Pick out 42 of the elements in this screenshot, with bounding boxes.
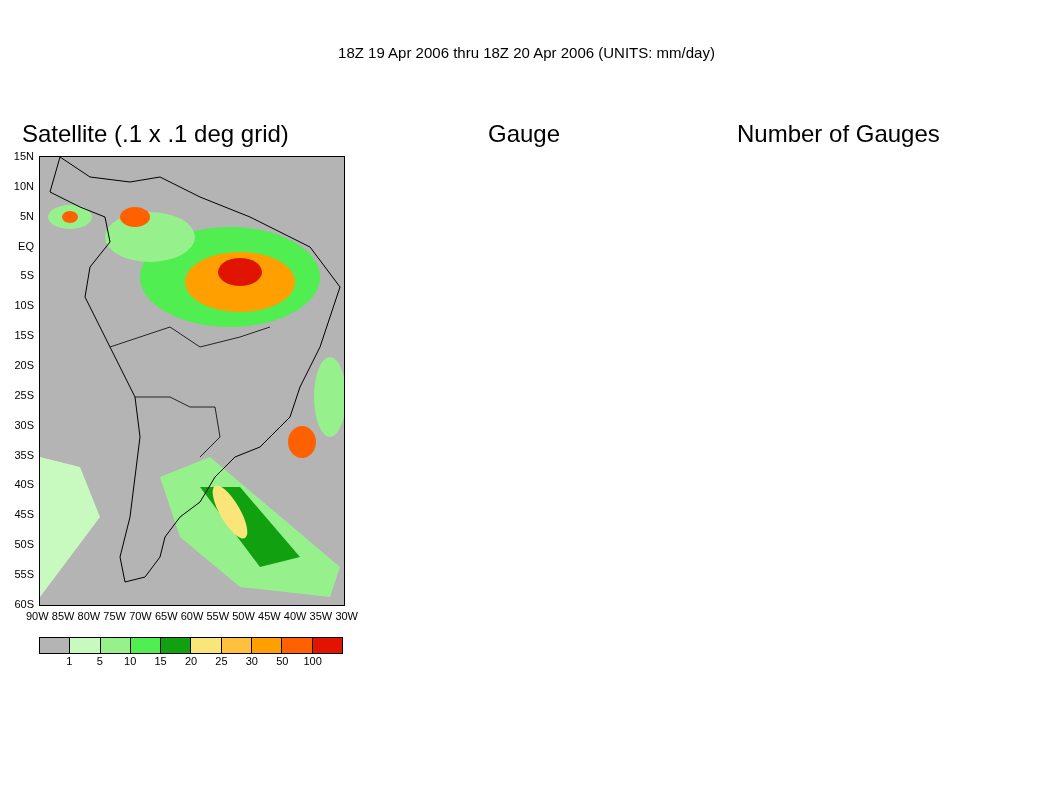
longitude-label: 35W (309, 610, 333, 623)
latitude-label: 15N (13, 150, 34, 162)
plot-title: 18Z 19 Apr 2006 thru 18Z 20 Apr 2006 (UNITS: mm/day) (338, 43, 715, 63)
longitude-label: 75W (103, 610, 126, 623)
legend-label: 50 (276, 655, 289, 668)
longitude-label: 65W (154, 610, 178, 623)
latitude-label: 20S (14, 359, 34, 371)
longitude-label: 45W (258, 610, 281, 623)
legend-label: 100 (303, 655, 322, 668)
latitude-label: 15S (14, 329, 34, 342)
legend-label: 25 (215, 655, 228, 668)
latitude-label: 45S (14, 508, 34, 521)
legend-label: 5 (96, 655, 103, 668)
latitude-label: 35S (14, 448, 34, 461)
latitude-label: 5N (19, 209, 34, 222)
latitude-label: 10N (13, 179, 34, 192)
latitude-label: 5S (20, 269, 34, 282)
longitude-label: 60W (180, 610, 204, 623)
latitude-label: 60S (14, 597, 34, 610)
latitude-label: EQ (18, 239, 34, 252)
longitude-label: 90W (26, 610, 49, 623)
longitude-label: 80W (77, 610, 101, 623)
latitude-label: 50S (14, 538, 34, 551)
panel-title: Satellite (.1 x .1 deg grid) (22, 120, 289, 147)
panel-title: Gauge (488, 120, 561, 147)
longitude-label: 70W (129, 610, 152, 623)
latitude-label: 30S (14, 418, 34, 431)
latitude-label: 40S (14, 478, 34, 491)
longitude-label: 30W (335, 610, 358, 623)
latitude-label: 55S (14, 568, 34, 581)
legend-label: 20 (184, 655, 198, 668)
legend-label: 15 (154, 655, 167, 668)
panel-title: Number of Gauges (737, 120, 940, 147)
legend-label: 30 (245, 655, 258, 668)
latitude-label: 25S (14, 388, 34, 401)
longitude-label: 40W (283, 610, 307, 623)
longitude-label: 85W (51, 610, 75, 623)
longitude-label: 50W (232, 610, 255, 623)
longitude-label: 55W (206, 610, 230, 623)
legend-label: 10 (124, 655, 137, 668)
legend-label: 1 (66, 655, 73, 668)
latitude-label: 10S (14, 299, 34, 312)
